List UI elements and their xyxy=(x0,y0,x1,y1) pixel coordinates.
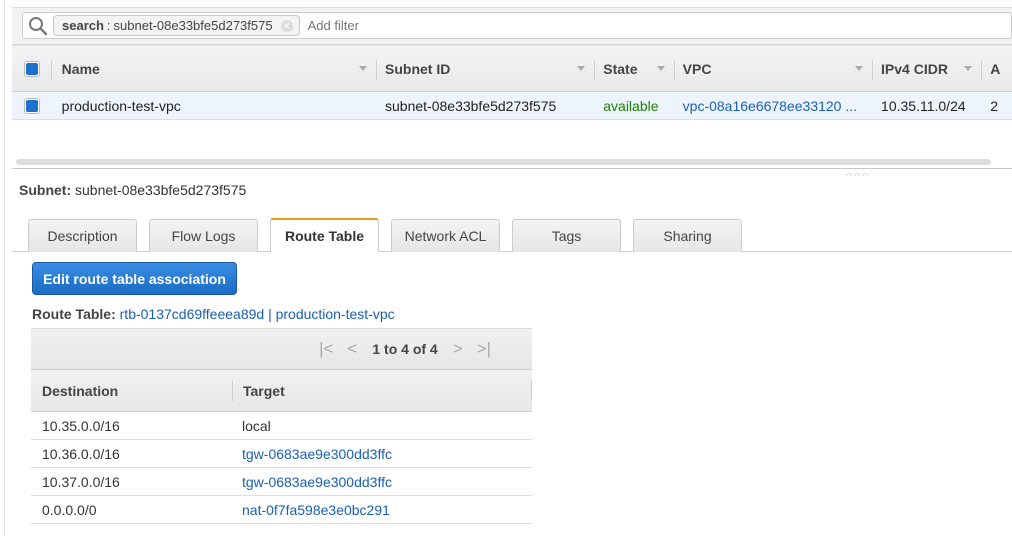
next-page-icon[interactable]: > xyxy=(453,339,463,359)
filter-token-key: search xyxy=(62,18,104,33)
column-header-label: Subnet ID xyxy=(385,60,451,77)
filter-token-value: subnet-08e33bfe5d273f575 xyxy=(113,18,273,33)
cell-ipv4-cidr: 10.35.11.0/24 xyxy=(881,97,966,114)
tab-route-table[interactable]: Route Table xyxy=(270,218,379,252)
tab-description[interactable]: Description xyxy=(28,219,137,252)
column-header-truncated[interactable]: A xyxy=(982,46,1012,91)
route-target-cell: tgw-0683ae9e300dd3ffc xyxy=(233,474,532,490)
tab-sharing[interactable]: Sharing xyxy=(633,219,742,252)
row-select-cell xyxy=(12,92,52,119)
sort-caret-icon[interactable] xyxy=(359,66,368,71)
column-header-label: VPC xyxy=(682,60,712,77)
add-filter-input[interactable] xyxy=(305,17,606,34)
subnet-list-pane: search : subnet-08e33bfe5d273f575 ✕ Name… xyxy=(12,7,1012,120)
route-row: 10.37.0.0/16 tgw-0683ae9e300dd3ffc xyxy=(31,468,532,496)
filter-token-separator: : xyxy=(106,18,111,33)
route-table-link[interactable]: rtb-0137cd69ffeeea89d | production-test-… xyxy=(120,306,395,322)
filter-token[interactable]: search : subnet-08e33bfe5d273f575 ✕ xyxy=(53,15,300,36)
sort-caret-icon[interactable] xyxy=(855,66,864,71)
vpc-link[interactable]: vpc-08a16e6678ee33120 ... xyxy=(683,98,857,114)
column-header-label: IPv4 CIDR xyxy=(881,60,948,77)
cell-truncated: 2 xyxy=(990,97,998,114)
route-row: 10.35.0.0/16 local xyxy=(31,412,532,440)
pagination-bar: |< < 1 to 4 of 4 > >| xyxy=(31,328,532,370)
detail-title: Subnet: subnet-08e33bfe5d273f575 xyxy=(19,182,246,198)
detail-title-label: Subnet: xyxy=(19,182,72,198)
select-all-cell xyxy=(12,46,52,91)
routes-header: Destination Target xyxy=(31,370,532,412)
column-header-name[interactable]: Name xyxy=(52,46,378,91)
route-target-link[interactable]: nat-0f7fa598e3e0bc291 xyxy=(242,502,390,518)
previous-page-icon[interactable]: < xyxy=(347,339,357,359)
column-header-label: Name xyxy=(61,60,100,77)
route-destination: 10.36.0.0/16 xyxy=(42,445,120,462)
sort-caret-icon[interactable] xyxy=(577,66,586,71)
column-header-state[interactable]: State xyxy=(595,46,675,91)
horizontal-scrollbar[interactable] xyxy=(16,159,991,165)
route-table-info: Route Table: rtb-0137cd69ffeeea89d | pro… xyxy=(32,306,395,322)
column-header-target[interactable]: Target xyxy=(233,370,532,411)
first-page-icon[interactable]: |< xyxy=(319,339,333,359)
left-border xyxy=(4,0,5,536)
column-header-label: A xyxy=(990,60,1001,77)
route-table-label: Route Table: xyxy=(32,306,116,322)
route-target-link[interactable]: tgw-0683ae9e300dd3ffc xyxy=(242,446,392,462)
column-header-vpc[interactable]: VPC xyxy=(675,46,874,91)
select-all-checkbox[interactable] xyxy=(23,60,40,77)
pagination-text: 1 to 4 of 4 xyxy=(372,341,438,357)
row-checkbox[interactable] xyxy=(23,97,40,114)
route-destination: 10.35.0.0/16 xyxy=(42,417,120,434)
tab-network-acl[interactable]: Network ACL xyxy=(391,219,500,252)
column-header-destination[interactable]: Destination xyxy=(31,370,233,411)
detail-title-value: subnet-08e33bfe5d273f575 xyxy=(75,182,247,198)
table-row[interactable]: production-test-vpc subnet-08e33bfe5d273… xyxy=(12,92,1012,120)
column-header-label: State xyxy=(603,60,638,77)
filter-box[interactable]: search : subnet-08e33bfe5d273f575 ✕ xyxy=(22,12,1012,39)
tab-tags[interactable]: Tags xyxy=(512,219,621,252)
route-row: 0.0.0.0/0 nat-0f7fa598e3e0bc291 xyxy=(31,496,532,524)
routes-table: |< < 1 to 4 of 4 > >| Destination Target… xyxy=(31,328,532,524)
edit-route-table-association-button[interactable]: Edit route table association xyxy=(32,262,237,295)
route-target-cell: tgw-0683ae9e300dd3ffc xyxy=(233,446,532,462)
tab-flow-logs[interactable]: Flow Logs xyxy=(149,219,258,252)
filter-bar: search : subnet-08e33bfe5d273f575 ✕ xyxy=(12,7,1012,45)
cell-subnet-id: subnet-08e33bfe5d273f575 xyxy=(385,97,557,114)
route-target: local xyxy=(242,417,271,434)
route-destination: 0.0.0.0/0 xyxy=(42,501,97,518)
resize-handle-icon[interactable]: ◠◠◠ xyxy=(846,172,870,180)
cell-name: production-test-vpc xyxy=(61,97,181,114)
grid-header: Name Subnet ID State VPC IPv4 CIDR A xyxy=(12,45,1012,92)
sort-caret-icon[interactable] xyxy=(656,66,665,71)
route-destination: 10.37.0.0/16 xyxy=(42,473,120,490)
cell-state: available xyxy=(603,97,659,114)
cell-vpc: vpc-08a16e6678ee33120 ... xyxy=(675,92,873,119)
route-target-link[interactable]: tgw-0683ae9e300dd3ffc xyxy=(242,474,392,490)
route-row: 10.36.0.0/16 tgw-0683ae9e300dd3ffc xyxy=(31,440,532,468)
pane-divider xyxy=(12,168,1012,169)
search-icon xyxy=(27,15,49,37)
last-page-icon[interactable]: >| xyxy=(477,339,491,359)
column-header-subnet-id[interactable]: Subnet ID xyxy=(377,46,596,91)
remove-filter-icon[interactable]: ✕ xyxy=(280,19,293,32)
route-target-cell: nat-0f7fa598e3e0bc291 xyxy=(233,502,532,518)
sort-caret-icon[interactable] xyxy=(964,66,973,71)
detail-tabs: Description Flow Logs Route Table Networ… xyxy=(12,218,1012,252)
column-header-ipv4-cidr[interactable]: IPv4 CIDR xyxy=(873,46,983,91)
